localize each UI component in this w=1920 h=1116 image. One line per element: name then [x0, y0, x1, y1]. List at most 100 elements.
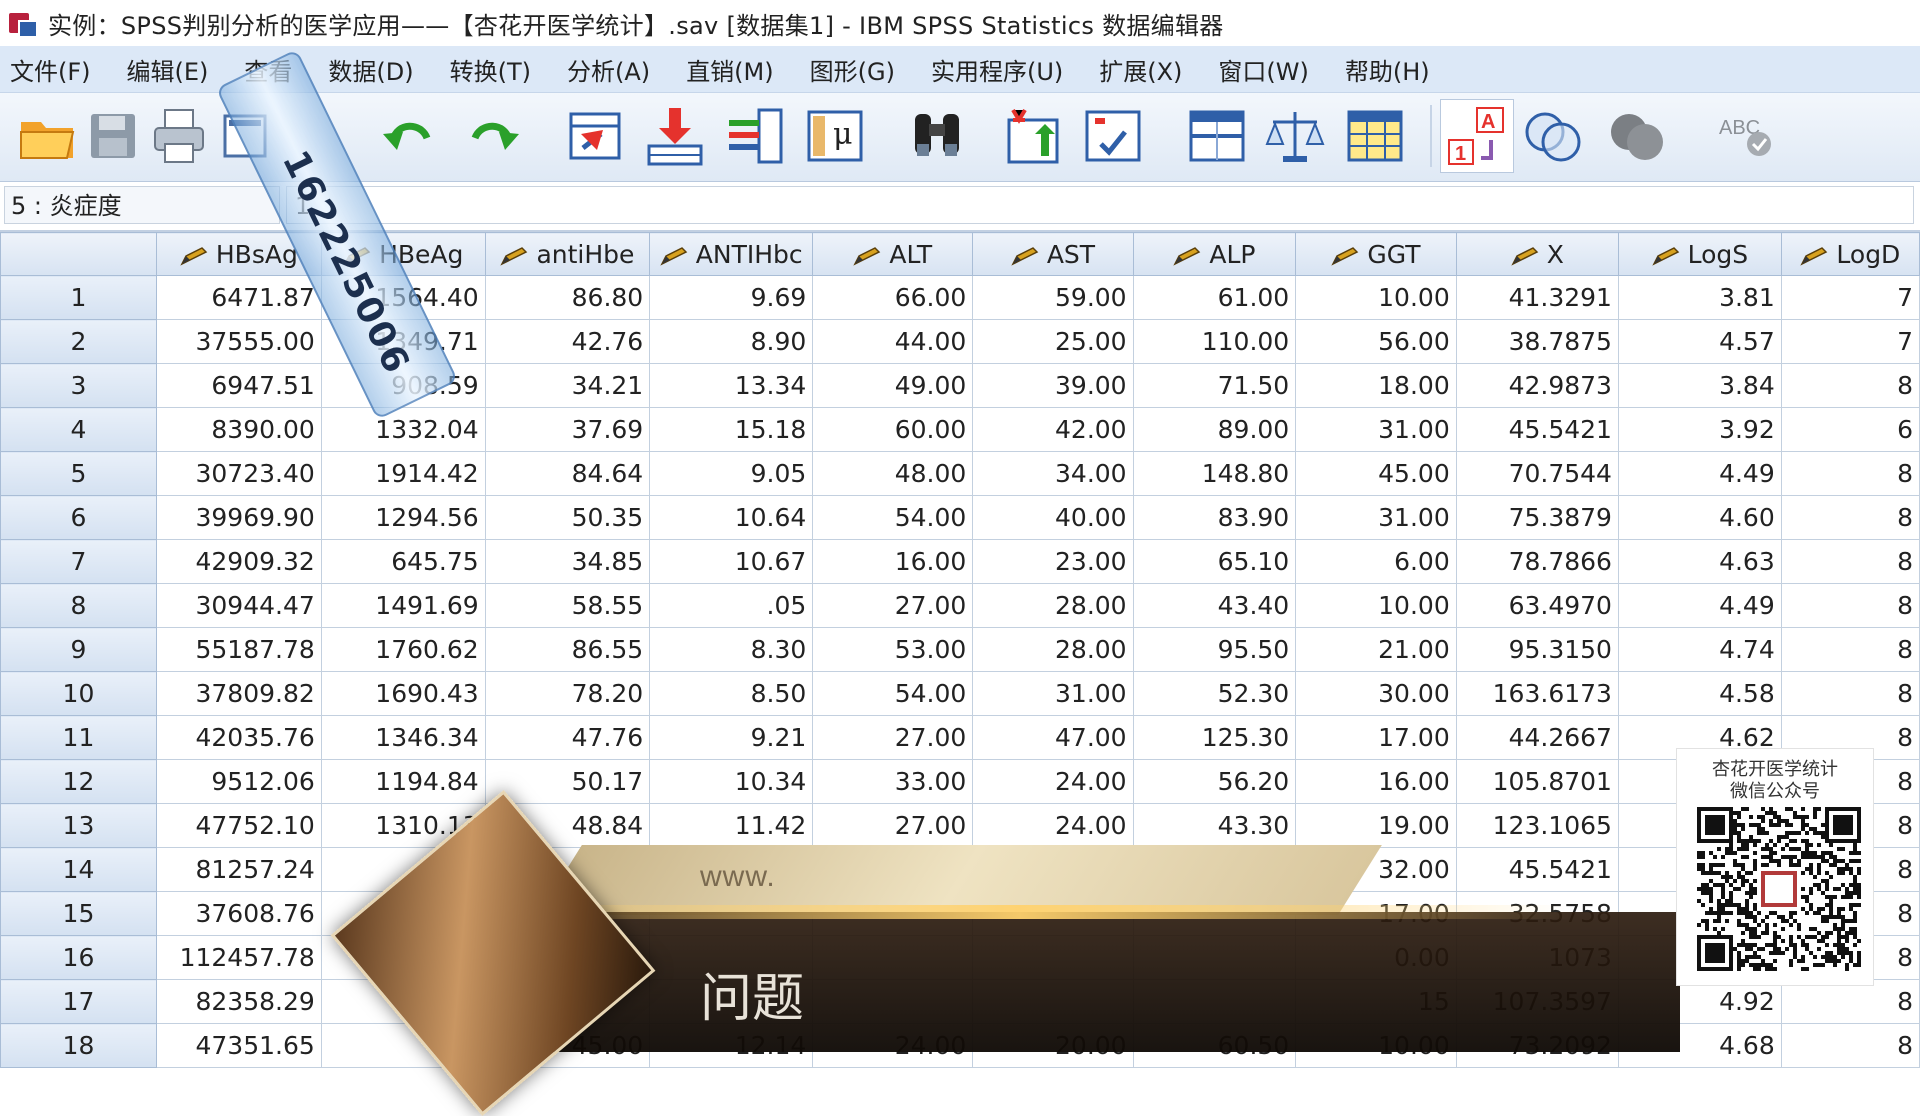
- row-number[interactable]: 11: [0, 715, 157, 760]
- data-cell[interactable]: 31.00: [1295, 495, 1457, 540]
- row-number[interactable]: 1: [0, 275, 157, 320]
- row-number[interactable]: 13: [0, 803, 157, 848]
- data-cell[interactable]: 1332.04: [320, 407, 486, 452]
- data-cell[interactable]: 6947.51: [155, 363, 322, 408]
- data-cell[interactable]: 82358.29: [155, 979, 322, 1024]
- data-cell[interactable]: 39969.90: [155, 495, 322, 540]
- data-cell[interactable]: 56.20: [1132, 759, 1297, 804]
- data-cell[interactable]: 43.40: [1132, 583, 1297, 628]
- data-cell[interactable]: 8: [1780, 671, 1920, 716]
- data-cell[interactable]: 123.1065: [1455, 803, 1619, 848]
- data-cell[interactable]: 95.3150: [1455, 627, 1619, 672]
- data-cell[interactable]: 4.57: [1617, 319, 1782, 364]
- find-icon[interactable]: [904, 103, 970, 169]
- data-cell[interactable]: 37.69: [484, 407, 651, 452]
- weight-cases-icon[interactable]: [1262, 103, 1328, 169]
- column-header[interactable]: GGT: [1295, 232, 1457, 276]
- data-cell[interactable]: 6.00: [1295, 539, 1457, 584]
- data-cell[interactable]: 1294.56: [320, 495, 486, 540]
- data-cell[interactable]: 8: [1780, 979, 1920, 1024]
- data-cell[interactable]: 27.00: [812, 715, 974, 760]
- show-all-variables-icon[interactable]: [1604, 103, 1670, 169]
- data-cell[interactable]: .05: [649, 583, 814, 628]
- data-cell[interactable]: 125.30: [1132, 715, 1297, 760]
- column-header[interactable]: X: [1455, 232, 1619, 276]
- data-cell[interactable]: 8: [1780, 1023, 1920, 1068]
- data-cell[interactable]: 1194.84: [320, 759, 486, 804]
- data-cell[interactable]: 58.55: [484, 583, 651, 628]
- data-cell[interactable]: 15.18: [649, 407, 814, 452]
- column-header[interactable]: LogS: [1617, 232, 1782, 276]
- spell-check-icon[interactable]: ABC: [1714, 103, 1780, 169]
- data-cell[interactable]: 47.76: [484, 715, 651, 760]
- data-cell[interactable]: 30723.40: [155, 451, 322, 496]
- data-cell[interactable]: 13.34: [649, 363, 814, 408]
- data-cell[interactable]: 8: [1780, 627, 1920, 672]
- row-number[interactable]: 15: [0, 891, 157, 936]
- data-cell[interactable]: 34.85: [484, 539, 651, 584]
- data-cell[interactable]: 163.6173: [1455, 671, 1619, 716]
- data-cell[interactable]: 4.63: [1617, 539, 1782, 584]
- data-cell[interactable]: 24.00: [972, 803, 1134, 848]
- column-header[interactable]: antiHbe: [484, 232, 651, 276]
- data-cell[interactable]: 78.20: [484, 671, 651, 716]
- menu-item[interactable]: 转换(T): [450, 52, 531, 87]
- data-cell[interactable]: 8: [1780, 495, 1920, 540]
- data-cell[interactable]: 27.00: [812, 803, 974, 848]
- data-cell[interactable]: 28.00: [972, 583, 1134, 628]
- data-cell[interactable]: 30.00: [1295, 671, 1457, 716]
- data-cell[interactable]: 41.3291: [1455, 275, 1619, 320]
- menu-item[interactable]: 扩展(X): [1099, 52, 1182, 87]
- value-labels-icon[interactable]: A1: [1440, 99, 1514, 173]
- data-cell[interactable]: 45.00: [1295, 451, 1457, 496]
- data-cell[interactable]: 49.00: [812, 363, 974, 408]
- row-number[interactable]: 3: [0, 363, 157, 408]
- data-cell[interactable]: 11.42: [649, 803, 814, 848]
- data-cell[interactable]: 55187.78: [155, 627, 322, 672]
- print-icon[interactable]: [146, 103, 212, 169]
- data-cell[interactable]: 78.7866: [1455, 539, 1619, 584]
- data-cell[interactable]: 105.8701: [1455, 759, 1619, 804]
- row-number[interactable]: 16: [0, 935, 157, 980]
- data-cell[interactable]: 8: [1780, 363, 1920, 408]
- menu-item[interactable]: 图形(G): [810, 52, 895, 87]
- data-cell[interactable]: 42.76: [484, 319, 651, 364]
- data-cell[interactable]: 86.80: [484, 275, 651, 320]
- data-cell[interactable]: 6: [1780, 407, 1920, 452]
- data-cell[interactable]: 86.55: [484, 627, 651, 672]
- data-cell[interactable]: 16.00: [812, 539, 974, 584]
- select-cases-icon[interactable]: [1342, 103, 1408, 169]
- data-cell[interactable]: 4.49: [1617, 451, 1782, 496]
- data-cell[interactable]: 95.50: [1132, 627, 1297, 672]
- data-cell[interactable]: 37809.82: [155, 671, 322, 716]
- data-cell[interactable]: 52.30: [1132, 671, 1297, 716]
- data-cell[interactable]: 1690.43: [320, 671, 486, 716]
- data-cell[interactable]: 25.00: [972, 319, 1134, 364]
- data-cell[interactable]: 18.00: [1295, 363, 1457, 408]
- menu-item[interactable]: 窗口(W): [1218, 52, 1308, 87]
- go-to-case-icon[interactable]: [562, 103, 628, 169]
- row-number[interactable]: 4: [0, 407, 157, 452]
- menu-item[interactable]: 数据(D): [328, 52, 413, 87]
- data-cell[interactable]: 43.30: [1132, 803, 1297, 848]
- data-cell[interactable]: 9.05: [649, 451, 814, 496]
- column-header[interactable]: ALT: [812, 232, 974, 276]
- data-cell[interactable]: 8: [1780, 451, 1920, 496]
- menu-item[interactable]: 编辑(E): [127, 52, 209, 87]
- data-cell[interactable]: 8390.00: [155, 407, 322, 452]
- data-cell[interactable]: 110.00: [1132, 319, 1297, 364]
- run-descriptives-icon[interactable]: μ: [802, 103, 868, 169]
- data-cell[interactable]: 71.50: [1132, 363, 1297, 408]
- split-file-icon[interactable]: [1184, 103, 1250, 169]
- row-number[interactable]: 18: [0, 1023, 157, 1068]
- data-cell[interactable]: 21.00: [1295, 627, 1457, 672]
- data-cell[interactable]: 60.00: [812, 407, 974, 452]
- data-cell[interactable]: 37555.00: [155, 319, 322, 364]
- data-cell[interactable]: 59.00: [972, 275, 1134, 320]
- data-cell[interactable]: 3.81: [1617, 275, 1782, 320]
- data-cell[interactable]: 89.00: [1132, 407, 1297, 452]
- data-cell[interactable]: 3.84: [1617, 363, 1782, 408]
- data-cell[interactable]: 8.30: [649, 627, 814, 672]
- menu-item[interactable]: 直销(M): [686, 52, 773, 87]
- data-cell[interactable]: 24.00: [972, 759, 1134, 804]
